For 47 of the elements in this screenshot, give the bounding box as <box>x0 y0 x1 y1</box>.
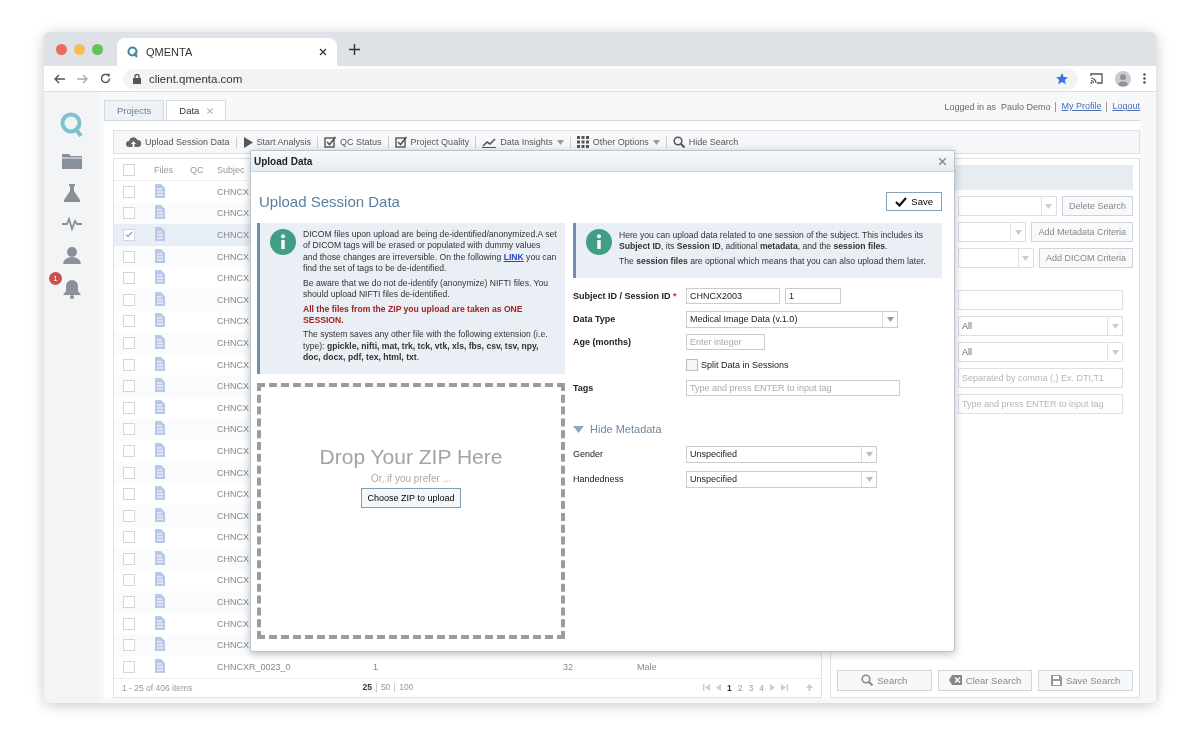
table-cell: CHNCX <box>217 230 249 240</box>
info-text: Here you can upload data related to one session of the subject. This includes its Subject ID, its Session ID, aditional metadata, and the session files. <box>619 230 925 253</box>
table-cell: CHNCX <box>217 445 249 456</box>
table-cell: CHNCX <box>217 337 249 348</box>
table-cell: CHNCX <box>217 510 249 521</box>
notification-badge: 1 <box>49 272 62 285</box>
dialog-heading: Upload Session Data <box>259 193 400 210</box>
drop-zone-title: Drop Your ZIP Here <box>319 444 503 469</box>
table-cell: CHNCX <box>217 532 249 543</box>
table-cell: 1 <box>373 661 378 672</box>
field-label: Subject ID / Session ID * <box>573 291 678 302</box>
item-count: 1 - 25 of 406 items <box>122 682 193 693</box>
table-cell-text: Male <box>636 661 657 672</box>
table-cell: CHNCX <box>217 186 249 197</box>
table-cell: CHNCXR_0023_0 <box>217 661 291 672</box>
info-text: The session files are optional which means that you can also upload them later. <box>619 255 927 268</box>
field-label: Tags <box>573 383 595 394</box>
info-text: Be aware that we do not de-identify (anonymize) NIFTI files. You should upload NIFTI files de-identified. <box>303 277 550 301</box>
field-label: Gender <box>573 449 605 460</box>
table-cell: CHNCX <box>217 402 249 413</box>
table-cell: 32 <box>563 661 573 672</box>
table-cell: CHNCX <box>217 381 249 392</box>
checkbox-label: Split Data in Sessions <box>701 360 789 371</box>
dialog-title: Upload Data <box>254 155 313 167</box>
table-cell: CHNCX <box>217 273 249 284</box>
table-cell: CHNCX <box>217 640 249 651</box>
table-cell: CHNCX <box>217 489 249 500</box>
field-label: Age (months) <box>573 337 632 348</box>
info-text: The system saves any other file with the following extension (i.e. type): gpickle, nifti, mat, trk, tck, vtk, xls, fbs, csv, tsv, npy, doc, docx, pdf, tex, html, txt. <box>303 329 549 364</box>
user-label: Logged in as <box>944 102 996 112</box>
drop-zone-subtitle: Or, if you prefer ... <box>371 472 451 484</box>
user-name: Paulo Demo <box>1000 102 1051 112</box>
table-cell: CHNCX <box>217 294 249 305</box>
table-cell: CHNCX <box>217 208 249 219</box>
table-cell: CHNCX <box>217 618 249 629</box>
info-text: DICOM files upon upload are being de-identified/anonymized.A set of DICOM tags will be erased or populated with dummy values and those changes are irreversible. On the following LINK you can find the set of tags to be de-identified. <box>303 229 557 275</box>
table-cell: CHNCX <box>217 316 249 327</box>
table-cell: CHNCX <box>217 597 249 608</box>
warning-text: All the files from the ZIP you upload are taken as ONE SESSION. <box>303 303 524 327</box>
field-label: Data Type <box>573 314 617 325</box>
table-cell: CHNCX <box>217 251 249 262</box>
table-cell: CHNCX <box>217 553 249 564</box>
table-cell: CHNCX <box>217 467 249 478</box>
table-cell: CHNCX <box>217 575 249 586</box>
table-cell: CHNCX <box>217 359 249 370</box>
field-label: Handedness <box>573 474 625 485</box>
table-cell: CHNCX <box>217 424 249 435</box>
